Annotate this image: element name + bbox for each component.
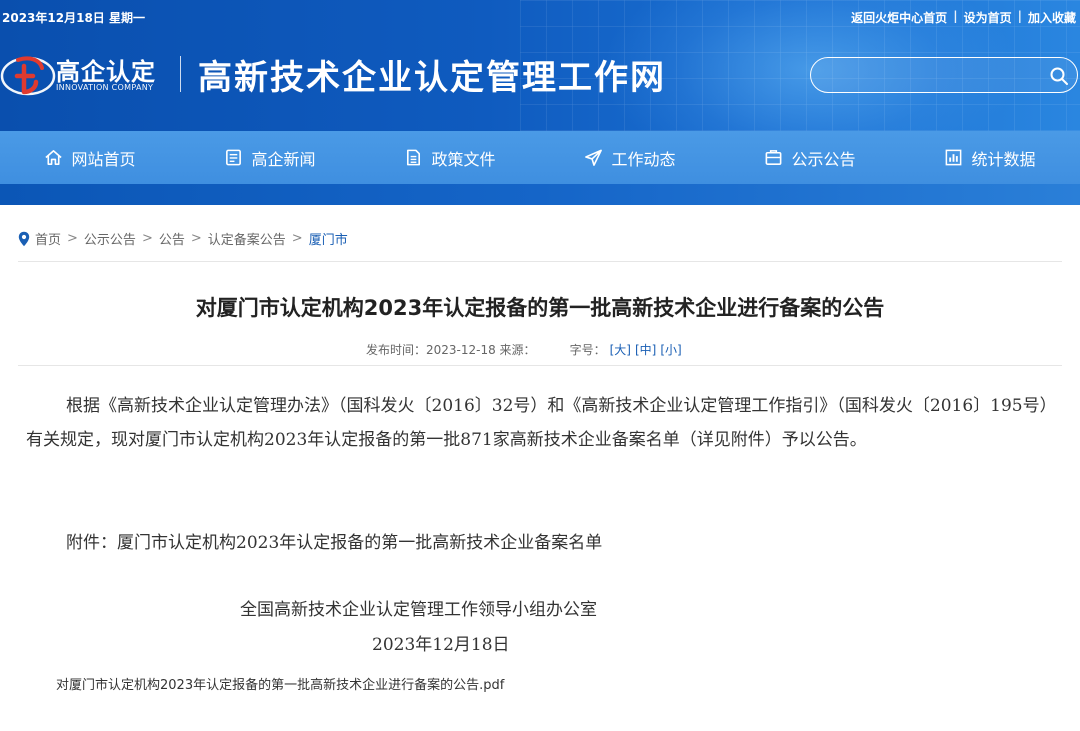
breadcrumb-current[interactable]: 厦门市 (309, 229, 348, 248)
document-icon (407, 149, 421, 166)
article-meta: 发布时间：2023-12-18 来源： 字号： [大] [中] [小] (366, 341, 682, 358)
font-size-label: 字号： (569, 343, 606, 357)
topbar-separator: | (1017, 9, 1022, 23)
news-icon (226, 149, 242, 166)
nav-item-label: 工作动态 (611, 149, 676, 169)
home-icon (45, 150, 63, 165)
nav-item-label: 统计数据 (971, 149, 1036, 169)
signature-organization: 全国高新技术企业认定管理工作领导小组办公室 (240, 600, 597, 620)
breadcrumb-notices[interactable]: 公示公告 (84, 229, 136, 248)
search-box[interactable] (810, 57, 1078, 93)
attachment-text: 附件：厦门市认定机构2023年认定报备的第一批高新技术企业备案名单 (66, 533, 603, 553)
breadcrumb-separator: > (190, 231, 202, 246)
topbar-links: 返回火炬中心首页 | 设为首页 | 加入收藏 (851, 9, 1076, 26)
notice-icon (766, 150, 782, 165)
article-paragraph: 根据《高新技术企业认定管理办法》（国科发火〔2016〕32号）和《高新技术企业认… (26, 396, 1057, 450)
nav-item-label: 网站首页 (71, 149, 136, 169)
return-home-link[interactable]: 返回火炬中心首页 (851, 9, 947, 26)
site-header: 2023年12月18日 星期一 返回火炬中心首页 | 设为首页 | 加入收藏 高… (0, 0, 1080, 131)
nav-item-notices[interactable]: 公示公告 (720, 131, 900, 184)
nav-item-label: 高企新闻 (251, 149, 316, 169)
font-size-medium-button[interactable]: [中] (635, 341, 656, 358)
nav-item-label: 公示公告 (791, 149, 856, 169)
breadcrumb-divider (18, 261, 1062, 262)
location-pin-icon (18, 231, 30, 246)
current-date: 2023年12月18日 星期一 (2, 11, 145, 25)
breadcrumb: 首页 > 公示公告 > 公告 > 认定备案公告 > 厦门市 (18, 229, 348, 248)
search-input[interactable] (827, 64, 1037, 86)
search-icon[interactable] (1049, 66, 1069, 86)
topbar-separator: | (953, 9, 958, 23)
nav-bottom-band (0, 184, 1080, 205)
logo-name: 高企认定 (56, 58, 156, 86)
nav-item-policy[interactable]: 政策文件 (360, 131, 540, 184)
add-favorite-link[interactable]: 加入收藏 (1028, 9, 1076, 26)
breadcrumb-separator: > (291, 231, 303, 246)
article-title: 对厦门市认定机构2023年认定报备的第一批高新技术企业进行备案的公告 (195, 296, 885, 320)
logo-divider (180, 56, 181, 92)
nav-item-news[interactable]: 高企新闻 (180, 131, 360, 184)
signature-date: 2023年12月18日 (372, 635, 510, 655)
main-nav: 网站首页 高企新闻 政策文件 工作动态 公示公告 统计数据 (0, 131, 1080, 184)
breadcrumb-separator: > (141, 231, 153, 246)
nav-item-work-updates[interactable]: 工作动态 (540, 131, 720, 184)
meta-divider (18, 365, 1062, 366)
publish-info: 发布时间：2023-12-18 来源： (366, 343, 536, 357)
breadcrumb-separator: > (67, 231, 78, 246)
nav-item-home[interactable]: 网站首页 (0, 131, 180, 184)
breadcrumb-filing-notices[interactable]: 认定备案公告 (208, 229, 286, 248)
font-size-small-button[interactable]: [小] (660, 341, 681, 358)
breadcrumb-announcements[interactable]: 公告 (159, 229, 185, 248)
site-title: 高新技术企业认定管理工作网 (198, 58, 666, 98)
nav-item-statistics[interactable]: 统计数据 (900, 131, 1080, 184)
logo-subtitle: INNOVATION COMPANY (56, 83, 154, 92)
nav-item-label: 政策文件 (431, 149, 496, 169)
breadcrumb-home[interactable]: 首页 (35, 229, 61, 248)
paper-plane-icon (585, 149, 603, 166)
chart-icon (946, 149, 962, 166)
set-homepage-link[interactable]: 设为首页 (964, 9, 1012, 26)
pdf-attachment-link[interactable]: 对厦门市认定机构2023年认定报备的第一批高新技术企业进行备案的公告.pdf (56, 674, 504, 693)
font-size-large-button[interactable]: [大] (610, 341, 631, 358)
